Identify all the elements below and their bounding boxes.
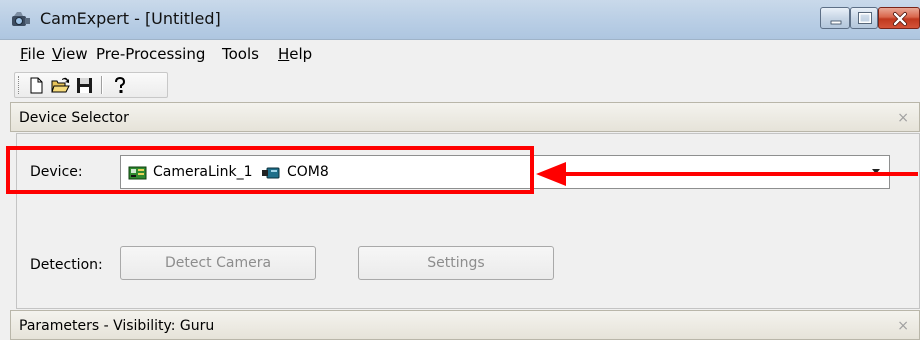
annotation-arrow-icon	[536, 162, 918, 186]
camexpert-window: CamExpert - [Untitled] File View Pre-Pro…	[0, 0, 920, 340]
